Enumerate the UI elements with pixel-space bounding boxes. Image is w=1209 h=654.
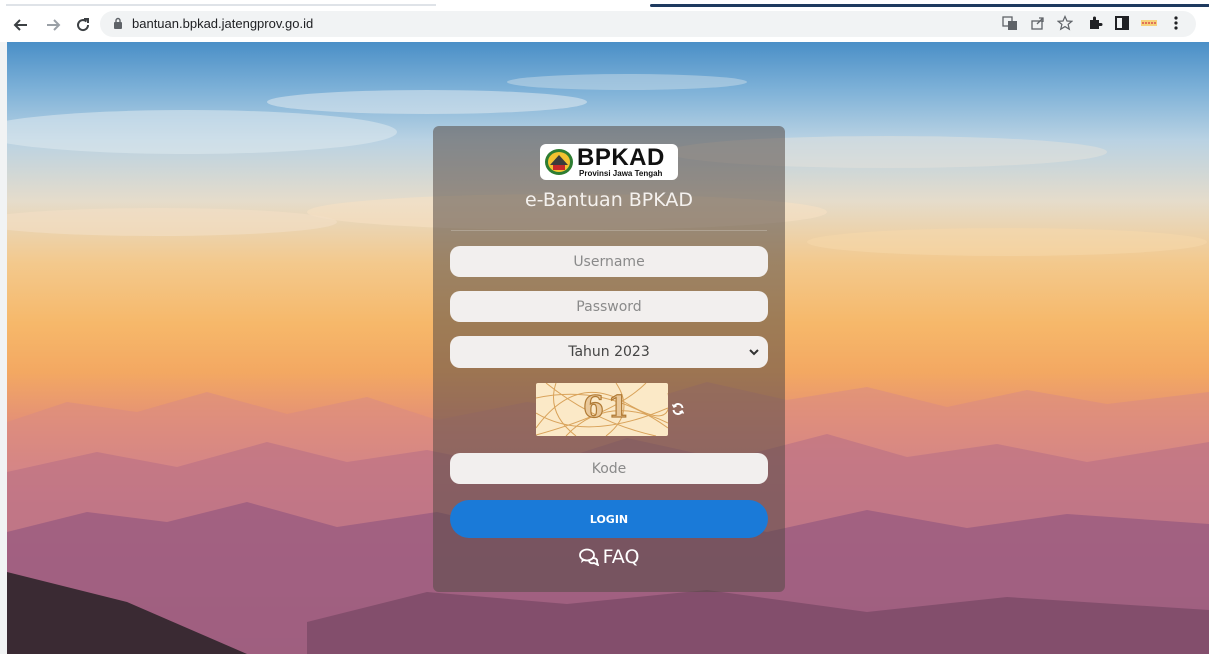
sidepanel-icon[interactable]	[1114, 15, 1130, 31]
divider	[451, 230, 767, 231]
captcha-image: 61	[536, 383, 668, 436]
refresh-captcha-icon[interactable]	[671, 402, 685, 416]
logo-subtext: Provinsi Jawa Tengah	[579, 169, 663, 178]
tab-strip	[0, 0, 1209, 7]
extensions-icon[interactable]	[1087, 15, 1103, 31]
emblem-icon	[545, 149, 573, 175]
reload-button[interactable]	[72, 14, 94, 36]
login-card: BPKAD Provinsi Jawa Tengah e-Bantuan BPK…	[433, 126, 785, 592]
reload-icon	[77, 18, 90, 32]
back-button[interactable]	[10, 14, 32, 36]
menu-icon[interactable]	[1172, 15, 1180, 31]
arrow-left-icon	[13, 19, 27, 31]
username-input[interactable]	[450, 246, 768, 277]
translate-icon[interactable]	[1002, 15, 1018, 31]
profile-icon[interactable]	[1140, 15, 1158, 31]
arrow-right-icon	[47, 19, 61, 31]
share-icon[interactable]	[1030, 15, 1046, 31]
year-select[interactable]: Tahun 2023	[450, 336, 768, 368]
faq-link[interactable]: FAQ	[433, 544, 785, 570]
bpkad-logo: BPKAD Provinsi Jawa Tengah	[540, 144, 678, 180]
address-url[interactable]: bantuan.bpkad.jatengprov.go.id	[132, 16, 313, 32]
star-icon[interactable]	[1057, 15, 1073, 31]
logo-text: BPKAD	[577, 144, 665, 171]
browser-toolbar: bantuan.bpkad.jatengprov.go.id	[0, 0, 1209, 42]
captcha-text: 61	[582, 390, 633, 425]
lock-icon	[114, 17, 122, 29]
login-button[interactable]: LOGIN	[450, 500, 768, 538]
inactive-tab[interactable]	[6, 4, 436, 6]
app-title: e-Bantuan BPKAD	[524, 189, 694, 211]
forward-button[interactable]	[42, 14, 64, 36]
active-tab[interactable]	[650, 4, 1209, 7]
year-select-value[interactable]: Tahun 2023	[450, 336, 768, 368]
chevron-down-icon	[749, 349, 759, 356]
captcha-code-input[interactable]	[450, 453, 768, 484]
chat-bubbles-icon	[578, 548, 599, 566]
page-background: BPKAD Provinsi Jawa Tengah e-Bantuan BPK…	[7, 42, 1209, 654]
faq-label[interactable]: FAQ	[603, 546, 640, 568]
password-input[interactable]	[450, 291, 768, 322]
